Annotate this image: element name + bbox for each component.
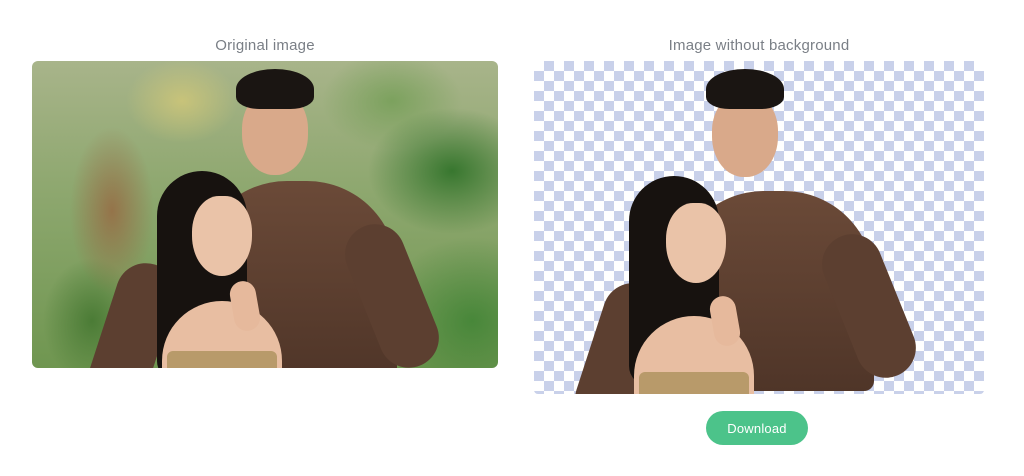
result-image-title: Image without background <box>668 37 850 54</box>
couple-cutout <box>534 61 984 394</box>
original-image-title: Original image <box>215 37 315 54</box>
original-image <box>32 61 498 368</box>
background-removed-image <box>534 61 984 394</box>
couple-photo <box>32 61 498 368</box>
comparison-page: Original image Image without background <box>0 0 1024 476</box>
download-button[interactable]: Download <box>706 411 808 445</box>
